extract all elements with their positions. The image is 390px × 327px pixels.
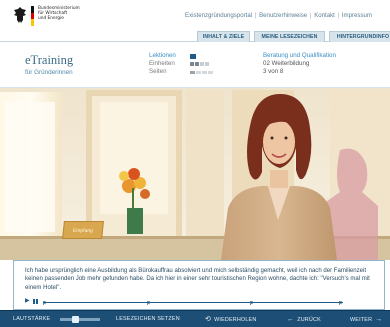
tab-content-goals[interactable]: INHALT & ZIELE xyxy=(197,31,250,42)
pages-progress-indicator xyxy=(190,70,213,74)
volume-slider-handle[interactable] xyxy=(72,316,79,323)
repeat-button[interactable]: ⟲ WIEDERHOLEN xyxy=(205,311,256,327)
stat-label: Einheiten xyxy=(149,60,175,67)
arrow-right-icon: → xyxy=(375,316,383,323)
stat-pages[interactable]: Seiten xyxy=(149,68,213,76)
next-button[interactable]: WEITER → xyxy=(350,311,382,327)
pause-icon[interactable] xyxy=(33,299,38,304)
page-header: Bundesministerium für Wirtschaft und Ene… xyxy=(0,0,390,31)
course-unit: 02 Weiterbildung xyxy=(263,60,310,67)
top-navigation: Existenzgründungsportal | Benutzerhinwei… xyxy=(185,12,372,19)
stat-label: Lektionen xyxy=(149,52,176,59)
back-button[interactable]: ← ZURÜCK xyxy=(287,311,321,327)
stat-units[interactable]: Einheiten xyxy=(149,60,213,68)
set-bookmark-label: LESEZEICHEN SETZEN xyxy=(116,316,180,322)
topnav-separator: | xyxy=(309,12,312,19)
brand-title: eTraining xyxy=(25,53,74,67)
volume-slider[interactable] xyxy=(60,318,100,321)
topnav-link-portal[interactable]: Existenzgründungsportal xyxy=(185,12,252,19)
subtitle-text: Ich habe ursprünglich eine Ausbildung al… xyxy=(25,268,370,291)
next-label: WEITER xyxy=(350,317,373,323)
stat-lessons[interactable]: Lektionen xyxy=(149,52,213,60)
course-page-counter: 3 von 8 xyxy=(263,68,284,75)
timeline-marker[interactable]: F xyxy=(339,301,342,307)
topnav-separator: | xyxy=(254,12,257,19)
topnav-separator: | xyxy=(337,12,340,19)
topnav-link-imprint[interactable]: Impressum xyxy=(342,12,372,19)
back-label: ZURÜCK xyxy=(297,317,321,323)
tab-my-bookmarks[interactable]: MEINE LESEZEICHEN xyxy=(254,31,325,42)
course-location: Beratung und Qualifikation 02 Weiterbild… xyxy=(263,52,336,76)
progress-stats: Lektionen Einheiten Seiten xyxy=(149,52,213,76)
video-scene: Empfang xyxy=(0,88,390,260)
tab-bar: INHALT & ZIELE MEINE LESEZEICHEN HINTERG… xyxy=(0,31,390,42)
audio-timeline[interactable]: ▶ F F F F xyxy=(25,297,370,307)
ministry-logo[interactable]: Bundesministerium für Wirtschaft und Ene… xyxy=(13,6,80,28)
player-control-bar: LAUTSTÄRKE LESEZEICHEN SETZEN ⟲ WIEDERHOL… xyxy=(0,310,390,327)
topnav-link-hints[interactable]: Benutzerhinweise xyxy=(259,12,307,19)
ministry-name: Bundesministerium für Wirtschaft und Ene… xyxy=(38,6,80,21)
course-info-panel: eTraining für Gründerinnen Lektionen Ein… xyxy=(0,42,390,88)
timeline-track[interactable]: F F F F xyxy=(43,301,343,307)
lesson-progress-indicator xyxy=(190,53,196,59)
arrow-left-icon: ← xyxy=(287,316,295,323)
timeline-marker[interactable]: F xyxy=(250,301,253,307)
timeline-marker[interactable]: F xyxy=(43,301,46,307)
units-progress-indicator xyxy=(190,62,209,66)
topnav-link-contact[interactable]: Kontakt xyxy=(314,12,335,19)
subtitle-box: Ich habe ursprünglich eine Ausbildung al… xyxy=(13,260,385,310)
play-icon[interactable]: ▶ xyxy=(25,298,32,305)
tab-background-info[interactable]: HINTERGRUNDINFO xyxy=(329,31,390,42)
set-bookmark-button[interactable]: LESEZEICHEN SETZEN xyxy=(116,311,180,327)
course-title[interactable]: Beratung und Qualifikation xyxy=(263,52,336,60)
volume-label: LAUTSTÄRKE xyxy=(13,316,51,322)
replay-icon: ⟲ xyxy=(205,316,212,323)
federal-eagle-icon xyxy=(14,7,26,23)
hotel-lobby-illustration xyxy=(0,88,390,260)
stat-label: Seiten xyxy=(149,68,167,75)
german-flag-icon xyxy=(31,6,34,27)
brand-subtitle: für Gründerinnen xyxy=(25,69,73,76)
repeat-label: WIEDERHOLEN xyxy=(214,317,257,323)
timeline-marker[interactable]: F xyxy=(147,301,150,307)
reception-sign: Empfang xyxy=(62,221,104,239)
